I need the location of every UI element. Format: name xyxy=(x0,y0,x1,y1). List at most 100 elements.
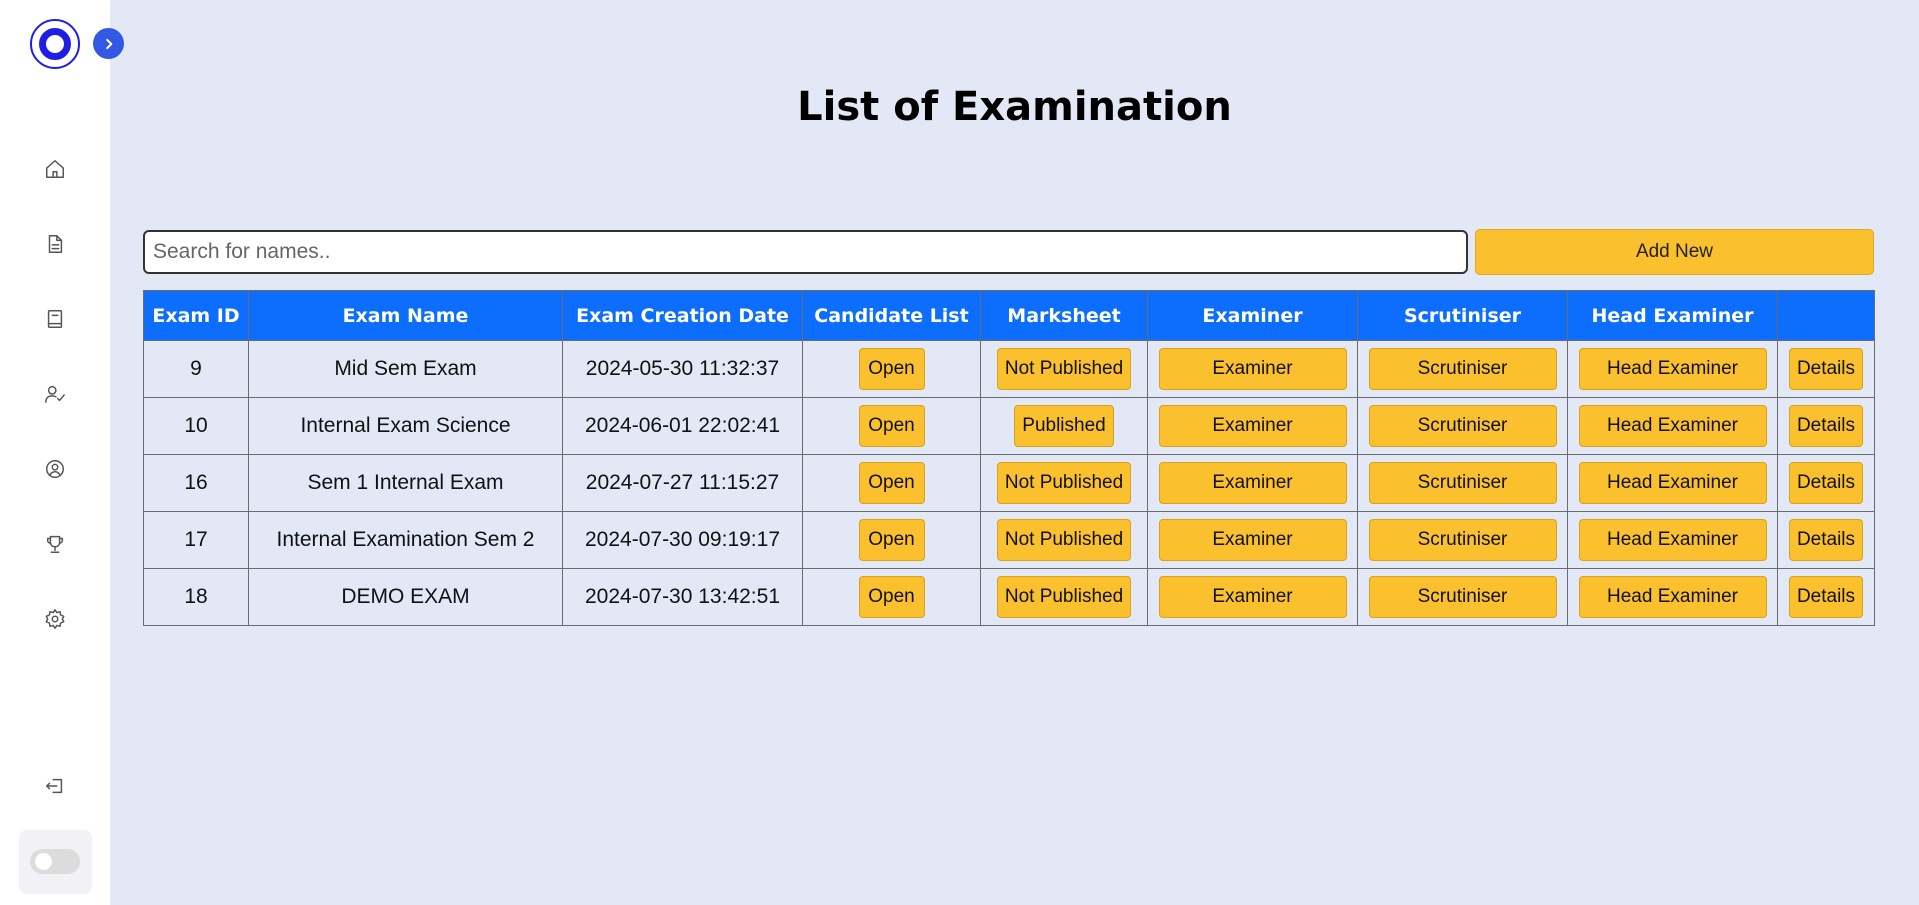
scrutiniser-button[interactable]: Scrutiniser xyxy=(1368,462,1557,504)
scrutiniser-cell: Scrutiniser xyxy=(1357,568,1568,626)
column-header-creation-date: Exam Creation Date xyxy=(562,290,803,341)
book-icon xyxy=(47,310,63,328)
head-examiner-button[interactable]: Head Examiner xyxy=(1578,348,1767,390)
column-header-exam-name: Exam Name xyxy=(248,290,563,341)
sidebar-item-book[interactable] xyxy=(40,304,70,334)
scrutiniser-cell: Scrutiniser xyxy=(1357,397,1568,455)
column-header-examiner: Examiner xyxy=(1147,290,1358,341)
open-candidate-list-button[interactable]: Open xyxy=(858,348,925,390)
table-header-row: Exam ID Exam Name Exam Creation Date Can… xyxy=(143,290,1875,341)
candidate-list-cell: Open xyxy=(802,454,981,512)
home-icon xyxy=(46,160,64,178)
exam-date-cell: 2024-05-30 11:32:37 xyxy=(562,340,803,398)
open-candidate-list-button[interactable]: Open xyxy=(858,405,925,447)
sidebar-expand-button[interactable] xyxy=(93,28,124,59)
sidebar-item-home[interactable] xyxy=(40,154,70,184)
exam-name-cell: Internal Exam Science xyxy=(248,397,563,455)
examiner-button[interactable]: Examiner xyxy=(1158,519,1347,561)
scrutiniser-button[interactable]: Scrutiniser xyxy=(1368,519,1557,561)
marksheet-status-button[interactable]: Published xyxy=(1014,405,1114,447)
document-icon xyxy=(48,235,63,253)
open-candidate-list-button[interactable]: Open xyxy=(858,519,925,561)
details-button[interactable]: Details xyxy=(1788,576,1864,618)
table-row: 16 Sem 1 Internal Exam 2024-07-27 11:15:… xyxy=(143,454,1875,512)
marksheet-status-button[interactable]: Not Published xyxy=(996,519,1132,561)
sidebar-item-logout[interactable] xyxy=(40,771,70,801)
table-row: 17 Internal Examination Sem 2 2024-07-30… xyxy=(143,511,1875,569)
details-button[interactable]: Details xyxy=(1788,462,1864,504)
examiner-button[interactable]: Examiner xyxy=(1158,576,1347,618)
sidebar-item-settings[interactable] xyxy=(40,604,70,634)
marksheet-cell: Not Published xyxy=(980,568,1148,626)
head-examiner-cell: Head Examiner xyxy=(1567,511,1778,569)
candidate-list-cell: Open xyxy=(802,511,981,569)
theme-toggle-container xyxy=(19,830,92,894)
gear-icon xyxy=(45,609,65,629)
details-cell: Details xyxy=(1777,340,1875,398)
open-candidate-list-button[interactable]: Open xyxy=(858,462,925,504)
exam-date-cell: 2024-07-30 13:42:51 xyxy=(562,568,803,626)
table-row: 10 Internal Exam Science 2024-06-01 22:0… xyxy=(143,397,1875,455)
chevron-right-icon xyxy=(105,38,112,49)
examiner-cell: Examiner xyxy=(1147,511,1358,569)
open-candidate-list-button[interactable]: Open xyxy=(858,576,925,618)
add-new-button[interactable]: Add New xyxy=(1475,229,1874,275)
exam-id-cell: 18 xyxy=(143,568,249,626)
table-row: 18 DEMO EXAM 2024-07-30 13:42:51 Open No… xyxy=(143,568,1875,626)
exam-table: Exam ID Exam Name Exam Creation Date Can… xyxy=(143,290,1875,626)
sidebar-item-users[interactable] xyxy=(40,379,70,409)
exam-date-cell: 2024-07-27 11:15:27 xyxy=(562,454,803,512)
examiner-button[interactable]: Examiner xyxy=(1158,348,1347,390)
sidebar xyxy=(0,0,110,905)
head-examiner-button[interactable]: Head Examiner xyxy=(1578,519,1767,561)
exam-id-cell: 10 xyxy=(143,397,249,455)
details-cell: Details xyxy=(1777,568,1875,626)
sidebar-item-documents[interactable] xyxy=(40,229,70,259)
examiner-button[interactable]: Examiner xyxy=(1158,405,1347,447)
head-examiner-button[interactable]: Head Examiner xyxy=(1578,462,1767,504)
marksheet-status-button[interactable]: Not Published xyxy=(996,576,1132,618)
theme-toggle-switch[interactable] xyxy=(30,849,80,874)
scrutiniser-button[interactable]: Scrutiniser xyxy=(1368,405,1557,447)
details-cell: Details xyxy=(1777,511,1875,569)
search-input[interactable] xyxy=(143,230,1468,274)
examiner-button[interactable]: Examiner xyxy=(1158,462,1347,504)
scrutiniser-cell: Scrutiniser xyxy=(1357,511,1568,569)
marksheet-status-button[interactable]: Not Published xyxy=(996,348,1132,390)
head-examiner-button[interactable]: Head Examiner xyxy=(1578,405,1767,447)
head-examiner-cell: Head Examiner xyxy=(1567,568,1778,626)
exam-date-cell: 2024-06-01 22:02:41 xyxy=(562,397,803,455)
theme-toggle-knob xyxy=(35,853,52,870)
head-examiner-cell: Head Examiner xyxy=(1567,340,1778,398)
details-button[interactable]: Details xyxy=(1788,405,1864,447)
details-cell: Details xyxy=(1777,454,1875,512)
scrutiniser-cell: Scrutiniser xyxy=(1357,340,1568,398)
sidebar-item-achievements[interactable] xyxy=(40,529,70,559)
examiner-cell: Examiner xyxy=(1147,454,1358,512)
examiner-cell: Examiner xyxy=(1147,568,1358,626)
exam-date-cell: 2024-07-30 09:19:17 xyxy=(562,511,803,569)
marksheet-cell: Not Published xyxy=(980,340,1148,398)
exam-name-cell: Internal Examination Sem 2 xyxy=(248,511,563,569)
user-circle-icon xyxy=(46,460,64,478)
candidate-list-cell: Open xyxy=(802,340,981,398)
exam-id-cell: 9 xyxy=(143,340,249,398)
exam-id-cell: 16 xyxy=(143,454,249,512)
scrutiniser-button[interactable]: Scrutiniser xyxy=(1368,576,1557,618)
details-button[interactable]: Details xyxy=(1788,348,1864,390)
exam-id-cell: 17 xyxy=(143,511,249,569)
column-header-scrutiniser: Scrutiniser xyxy=(1357,290,1568,341)
app-logo xyxy=(30,19,80,69)
marksheet-status-button[interactable]: Not Published xyxy=(996,462,1132,504)
exam-name-cell: Sem 1 Internal Exam xyxy=(248,454,563,512)
column-header-exam-id: Exam ID xyxy=(143,290,249,341)
scrutiniser-button[interactable]: Scrutiniser xyxy=(1368,348,1557,390)
details-button[interactable]: Details xyxy=(1788,519,1864,561)
head-examiner-button[interactable]: Head Examiner xyxy=(1578,576,1767,618)
sidebar-item-profile[interactable] xyxy=(40,454,70,484)
exam-name-cell: Mid Sem Exam xyxy=(248,340,563,398)
head-examiner-cell: Head Examiner xyxy=(1567,454,1778,512)
examiner-cell: Examiner xyxy=(1147,397,1358,455)
column-header-head-examiner: Head Examiner xyxy=(1567,290,1778,341)
logo-ring xyxy=(39,28,71,60)
